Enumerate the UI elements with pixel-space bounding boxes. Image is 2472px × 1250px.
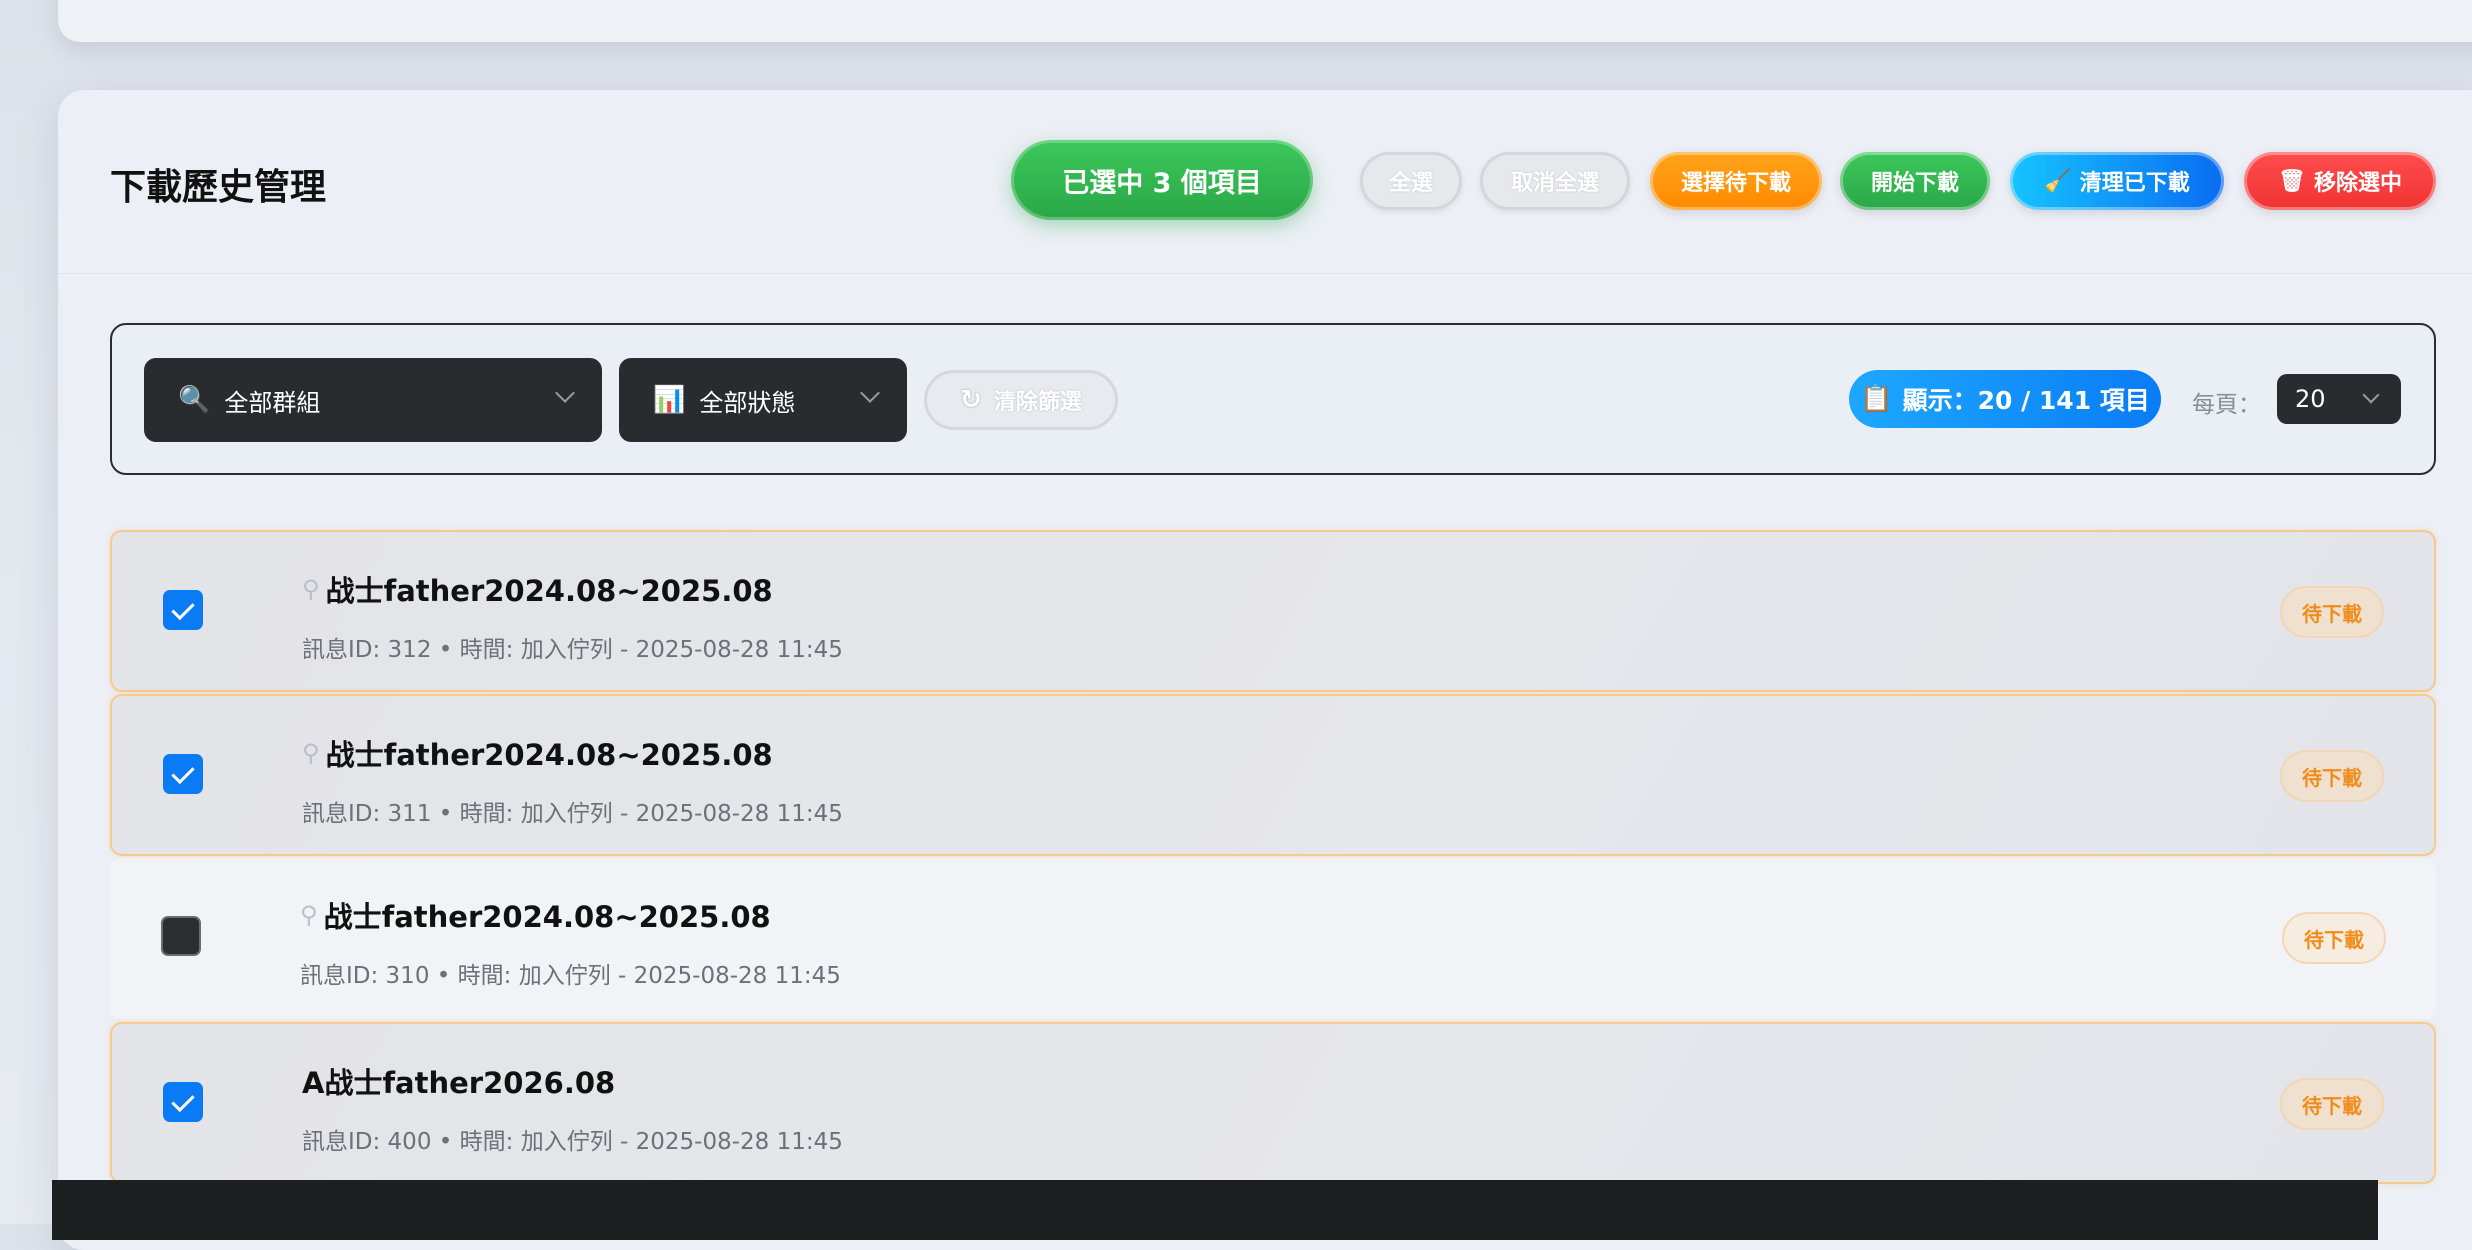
clear-downloaded-button[interactable]: 🧹 清理已下載 — [2010, 152, 2224, 210]
remove-selected-button[interactable]: 🗑 移除選中 — [2244, 152, 2436, 210]
item-count-badge: 📋 顯示：20 / 141 項目 — [1849, 370, 2161, 428]
panel-header: 下載歷史管理 已選中 3 個項目 全選 取消全選 選擇待下載 開始下載 🧹 清理… — [58, 90, 2472, 274]
status-badge: 待下載 — [2282, 912, 2386, 964]
clear-filter-button[interactable]: ↻ 清除篩選 — [924, 370, 1118, 430]
item-checkbox[interactable] — [163, 590, 203, 630]
magnifier-icon: ⚲ — [300, 901, 318, 929]
select-all-button[interactable]: 全選 — [1360, 152, 1462, 210]
item-checkbox[interactable] — [163, 1082, 203, 1122]
chevron-down-icon — [555, 383, 575, 403]
item-meta: 訊息ID: 400 • 時間: 加入佇列 - 2025-08-28 11:45 — [302, 1129, 843, 1155]
magnifier-icon: ⚲ — [302, 739, 320, 767]
download-history-panel: 下載歷史管理 已選中 3 個項目 全選 取消全選 選擇待下載 開始下載 🧹 清理… — [58, 90, 2472, 1250]
group-filter-select[interactable]: 🔍 全部群組 — [144, 358, 602, 442]
status-badge: 待下載 — [2280, 586, 2384, 638]
clipboard-icon: 📋 — [1860, 384, 1893, 414]
search-icon: 🔍 — [178, 385, 211, 415]
item-title: ⚲ 战士father2024.08~2025.08 — [302, 732, 773, 774]
select-pending-button[interactable]: 選擇待下載 — [1650, 152, 1822, 210]
status-filter-select[interactable]: 📊 全部狀態 — [619, 358, 907, 442]
chevron-down-icon — [860, 383, 880, 403]
per-page-value: 20 — [2295, 385, 2326, 413]
item-meta: 訊息ID: 310 • 時間: 加入佇列 - 2025-08-28 11:45 — [300, 963, 841, 989]
list-item[interactable]: ⚲ 战士father2024.08~2025.08 訊息ID: 310 • 時間… — [110, 858, 2436, 1020]
bottom-bar — [52, 1180, 2378, 1240]
broom-icon: 🧹 — [2044, 168, 2072, 194]
list-item[interactable]: ⚲ 战士father2024.08~2025.08 訊息ID: 312 • 時間… — [110, 530, 2436, 692]
item-meta: 訊息ID: 312 • 時間: 加入佇列 - 2025-08-28 11:45 — [302, 637, 843, 663]
status-badge: 待下載 — [2280, 1078, 2384, 1130]
magnifier-icon: ⚲ — [302, 575, 320, 603]
item-meta: 訊息ID: 311 • 時間: 加入佇列 - 2025-08-28 11:45 — [302, 801, 843, 827]
item-title-text: 战士father2024.08~2025.08 — [325, 738, 773, 772]
item-title: ⚲ 战士father2024.08~2025.08 — [300, 894, 771, 936]
item-title-text: 战士father2024.08~2025.08 — [323, 900, 771, 934]
list-item[interactable]: A战士father2026.08 訊息ID: 400 • 時間: 加入佇列 - … — [110, 1022, 2436, 1184]
item-checkbox[interactable] — [161, 916, 201, 956]
item-title: A战士father2026.08 — [302, 1060, 615, 1102]
download-list: ⚲ 战士father2024.08~2025.08 訊息ID: 312 • 時間… — [110, 530, 2436, 1186]
item-title-text: 战士father2024.08~2025.08 — [325, 574, 773, 608]
bar-chart-icon: 📊 — [653, 385, 686, 415]
start-download-button[interactable]: 開始下載 — [1840, 152, 1990, 210]
selected-count-badge: 已選中 3 個項目 — [1011, 140, 1313, 220]
list-item[interactable]: ⚲ 战士father2024.08~2025.08 訊息ID: 311 • 時間… — [110, 694, 2436, 856]
item-title-text: A战士father2026.08 — [302, 1066, 616, 1100]
filter-bar: 🔍 全部群組 📊 全部狀態 ↻ 清除篩選 📋 顯示：20 / 141 項目 每頁… — [110, 323, 2436, 475]
item-count-label: 顯示：20 / 141 項目 — [1902, 386, 2150, 415]
per-page-select[interactable]: 20 — [2277, 374, 2401, 424]
item-title: ⚲ 战士father2024.08~2025.08 — [302, 568, 773, 610]
item-checkbox[interactable] — [163, 754, 203, 794]
reset-icon: ↻ — [960, 385, 982, 415]
per-page-label: 每頁： — [2192, 392, 2261, 418]
page-title: 下載歷史管理 — [110, 167, 327, 208]
status-badge: 待下載 — [2280, 750, 2384, 802]
status-filter-value: 全部狀態 — [699, 388, 796, 417]
clear-filter-label: 清除篩選 — [993, 390, 1082, 415]
remove-selected-label: 移除選中 — [2313, 171, 2402, 196]
group-filter-value: 全部群組 — [224, 388, 321, 417]
top-panel — [58, 0, 2472, 42]
deselect-all-button[interactable]: 取消全選 — [1480, 152, 1630, 210]
trash-icon: 🗑 — [2278, 168, 2306, 194]
chevron-down-icon — [2362, 386, 2380, 404]
clear-downloaded-label: 清理已下載 — [2079, 171, 2190, 196]
